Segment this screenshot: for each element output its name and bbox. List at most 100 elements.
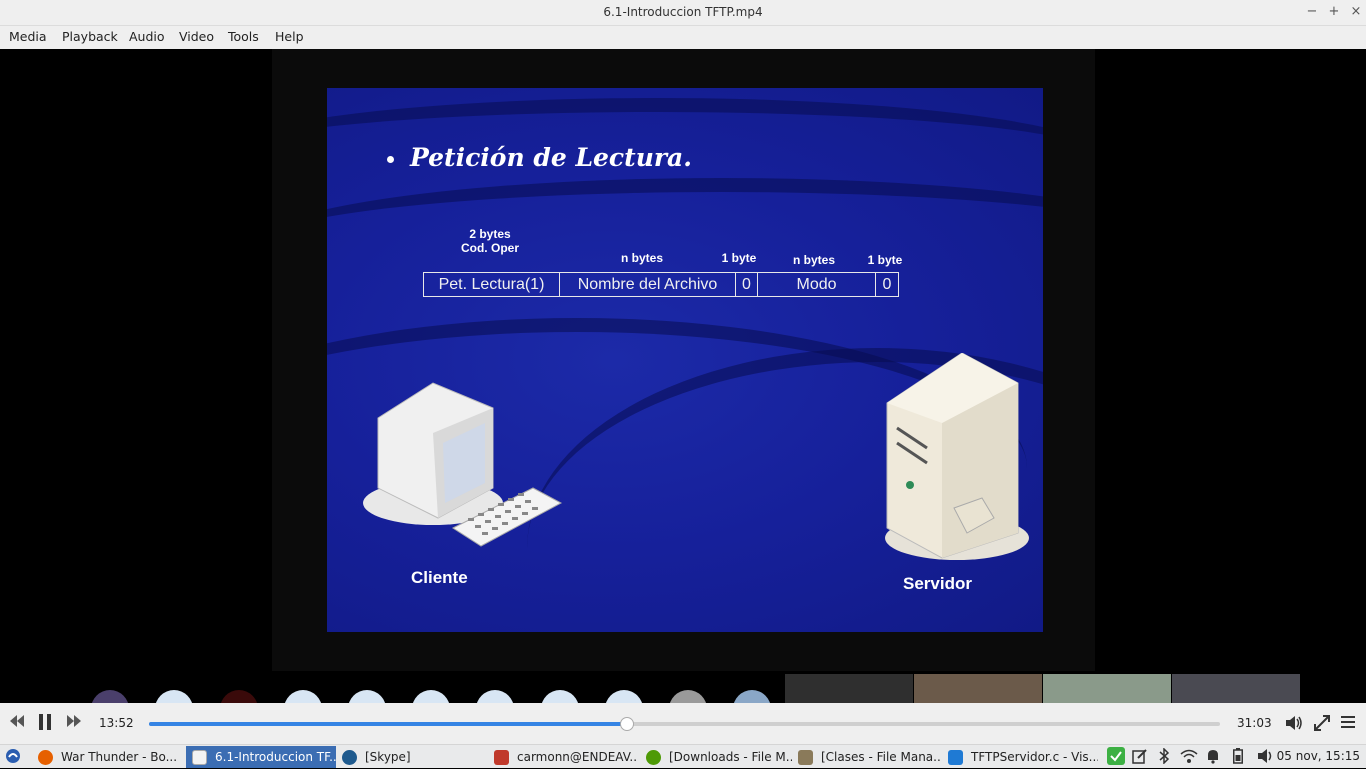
presentation-slide: Petición de Lectura. 2 bytes Cod. Oper n… (327, 88, 1043, 632)
folder-icon (798, 749, 813, 765)
slide-title: Petición de Lectura. (387, 143, 692, 172)
wifi-button[interactable] (1180, 748, 1198, 768)
task-file-manager[interactable]: [Clases - File Mana... (792, 746, 942, 768)
participant-avatar[interactable] (605, 690, 643, 703)
task-video-player[interactable]: 6.1-Introduccion TF... (186, 746, 336, 768)
rewind-button[interactable] (9, 714, 25, 732)
window-title: 6.1-Introduccion TFTP.mp4 (603, 5, 763, 19)
task-label: [Skype] (365, 750, 411, 764)
fullscreen-button[interactable] (1314, 715, 1330, 735)
participant-avatar[interactable] (348, 690, 386, 703)
slide-swoosh (327, 178, 1043, 318)
opcode-name: Cod. Oper (460, 241, 519, 255)
task-skype[interactable]: [Skype] (336, 746, 476, 768)
battery-button[interactable] (1233, 748, 1243, 768)
task-label: 6.1-Introduccion TF... (215, 750, 336, 764)
current-time: 13:52 (99, 716, 134, 730)
participant-avatar[interactable] (669, 690, 707, 703)
speaker-icon (1258, 749, 1272, 763)
participant-avatar[interactable] (220, 690, 258, 703)
packet-zero2: 0 (882, 276, 892, 293)
packet-zero1: 0 (736, 273, 758, 296)
zero2-size-label: 1 byte (867, 253, 903, 267)
opcode-size: 2 bytes (469, 227, 511, 241)
volume-button[interactable] (1285, 715, 1303, 735)
app-menu-button[interactable] (5, 748, 21, 768)
menu-help[interactable]: Help (275, 29, 304, 44)
participant-video[interactable] (1172, 674, 1300, 703)
server-label: Servidor (903, 574, 972, 593)
opcode-size-label: 2 bytes Cod. Oper (445, 227, 535, 255)
server-tower-icon (885, 353, 1029, 560)
taskbar: War Thunder - Bo... 6.1-Introduccion TF.… (0, 744, 1366, 768)
slide-title-text: Petición de Lectura. (410, 143, 692, 172)
update-status-button[interactable] (1107, 747, 1125, 769)
participant-avatar[interactable] (284, 690, 322, 703)
task-label: [Downloads - File M... (669, 750, 792, 764)
fast-forward-button[interactable] (66, 714, 82, 732)
task-label: [Clases - File Mana... (821, 750, 942, 764)
playlist-menu-button[interactable] (1341, 716, 1355, 732)
participant-avatar[interactable] (91, 690, 129, 703)
participant-video[interactable] (914, 674, 1042, 703)
notifications-button[interactable] (1206, 748, 1220, 768)
bluetooth-button[interactable] (1158, 747, 1170, 768)
packet-filename: Nombre del Archivo (560, 273, 736, 296)
video-player-icon (192, 749, 207, 765)
hamburger-menu-icon (1341, 716, 1355, 728)
maximize-button[interactable]: + (1324, 2, 1344, 22)
menu-bar: Media Playback Audio Video Tools Help (0, 26, 1366, 49)
participant-avatar[interactable] (476, 690, 514, 703)
packet-opcode: Pet. Lectura(1) (424, 273, 560, 296)
participant-avatar[interactable] (541, 690, 579, 703)
app-menu-icon (6, 749, 20, 763)
menu-video[interactable]: Video (179, 29, 214, 44)
menu-playback[interactable]: Playback (62, 29, 118, 44)
vscode-icon (948, 749, 963, 765)
filename-size-label: n bytes (620, 251, 663, 265)
participant-video[interactable] (1043, 674, 1171, 703)
task-downloads[interactable]: [Downloads - File M... (640, 746, 792, 768)
edit-icon (1132, 749, 1147, 764)
notes-button[interactable] (1132, 748, 1148, 768)
fullscreen-icon (1314, 715, 1330, 731)
task-label: War Thunder - Bo... (61, 750, 178, 764)
pause-button[interactable] (37, 713, 53, 735)
seek-handle[interactable] (619, 717, 634, 731)
client-computer-icon (363, 382, 563, 547)
menu-tools[interactable]: Tools (228, 29, 259, 44)
task-vscode[interactable]: TFTPServidor.c - Vis... (942, 746, 1098, 768)
pause-icon (39, 714, 51, 730)
client-label: Cliente (411, 568, 468, 587)
participant-avatar[interactable] (155, 690, 193, 703)
firefox-icon (38, 749, 53, 765)
packet-mode: Modo (758, 273, 876, 296)
download-icon (646, 749, 661, 765)
menu-audio[interactable]: Audio (129, 29, 165, 44)
menu-media[interactable]: Media (9, 29, 47, 44)
call-participants-strip (0, 674, 1366, 703)
video-area[interactable]: Petición de Lectura. 2 bytes Cod. Oper n… (0, 49, 1366, 703)
bell-icon (1208, 750, 1218, 764)
participant-video[interactable] (785, 674, 913, 703)
participant-avatar[interactable] (412, 690, 450, 703)
volume-tray-button[interactable] (1257, 748, 1275, 768)
window-titlebar: 6.1-Introduccion TFTP.mp4 − + × (0, 0, 1366, 26)
rewind-icon (10, 715, 24, 727)
skype-icon (342, 749, 357, 765)
zero1-size-label: 1 byte (721, 251, 757, 265)
participant-avatar[interactable] (733, 690, 771, 703)
volume-icon (1286, 716, 1302, 730)
task-firefox[interactable]: War Thunder - Bo... (32, 746, 180, 768)
system-clock[interactable]: 05 nov, 15:15 (1277, 749, 1360, 763)
rrq-packet-diagram: Pet. Lectura(1) Nombre del Archivo 0 Mod… (423, 272, 899, 297)
playback-controls: 13:52 31:03 (0, 703, 1366, 744)
total-time: 31:03 (1237, 716, 1272, 730)
terminal-icon (494, 749, 509, 765)
close-button[interactable]: × (1346, 2, 1366, 22)
minimize-button[interactable]: − (1302, 2, 1322, 22)
battery-icon (1233, 748, 1243, 764)
seek-progress (149, 722, 627, 726)
seek-bar[interactable] (149, 717, 1220, 731)
task-terminal[interactable]: carmonn@ENDEAV... (488, 746, 638, 768)
